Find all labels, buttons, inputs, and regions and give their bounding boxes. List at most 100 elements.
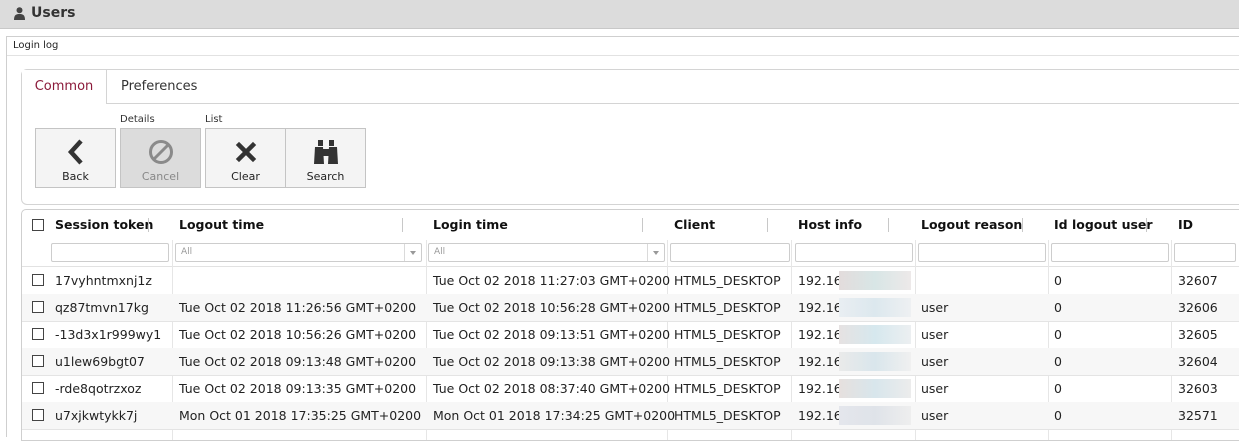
tab-preferences[interactable]: Preferences [121,70,197,103]
column-header-logout-reason[interactable]: Logout reason [921,210,1022,240]
cell-client: HTML5_DESKTOP [674,381,781,396]
panel-divider [7,55,1239,56]
redacted-host-blur [839,298,911,317]
cell-id-logout-user: 0 [1054,327,1062,342]
filter-id-input[interactable] [1174,243,1236,262]
redacted-host-blur [839,325,911,344]
column-divider [767,218,768,232]
column-header-client[interactable]: Client [674,210,715,240]
cell-session-token: u7xjkwtykk7j [55,408,138,423]
table-row[interactable]: u7xjkwtykk7j Mon Oct 01 2018 17:35:25 GMT… [22,402,1239,430]
filter-session-token-input[interactable] [51,243,169,262]
table-row[interactable]: -13d3x1r999wy1 Tue Oct 02 2018 10:56:26 G… [22,321,1239,349]
redacted-host-blur [839,271,911,290]
chevron-down-icon [647,244,664,261]
cell-logout-time: Tue Oct 02 2018 09:13:48 GMT+0200 [179,354,417,369]
column-divider [642,218,643,232]
filter-client-input[interactable] [670,243,790,262]
column-header-login-time[interactable]: Login time [433,210,508,240]
search-button[interactable]: Search [285,128,366,188]
cell-id: 32571 [1178,408,1218,423]
cell-id-logout-user: 0 [1054,300,1062,315]
back-button-label: Back [62,170,89,183]
cell-logout-reason: user [921,327,949,342]
cell-id: 32607 [1178,273,1218,288]
select-all-checkbox[interactable] [32,219,44,231]
cell-session-token: qz87tmvn17kg [55,300,149,315]
filter-id-logout-user-input[interactable] [1051,243,1169,262]
row-checkbox[interactable] [32,355,44,367]
cell-login-time: Tue Oct 02 2018 11:27:03 GMT+0200 [433,273,671,288]
user-icon [14,7,25,20]
app-title: Users [31,5,76,21]
tab-underline [106,103,1239,104]
column-divider [888,218,889,232]
cell-logout-reason: user [921,381,949,396]
cell-client: HTML5_DESKTOP [674,300,781,315]
cell-id: 32603 [1178,381,1218,396]
cell-login-time: Tue Oct 02 2018 10:56:28 GMT+0200 [433,300,671,315]
back-button[interactable]: Back [35,128,116,188]
cell-session-token: u1lew69bgt07 [55,354,145,369]
table-row[interactable]: 17vyhntmxnj1z Tue Oct 02 2018 11:27:03 GM… [22,267,1239,295]
column-divider [148,218,149,232]
cell-host-info: 192.168 [798,375,911,402]
row-checkbox[interactable] [32,382,44,394]
clear-button-label: Clear [231,170,260,183]
cell-id: 32604 [1178,354,1218,369]
binoculars-icon [313,140,338,164]
cell-host-info: 192.168 [798,321,911,348]
cell-host-info: 192.168 [798,348,911,375]
table-row[interactable]: qz87tmvn17kg Tue Oct 02 2018 11:26:56 GMT… [22,294,1239,322]
cell-client: HTML5_DESKTOP [674,327,781,342]
column-divider [1146,218,1147,232]
column-divider [1022,218,1023,232]
group-label-list: List [205,114,223,125]
row-checkbox[interactable] [32,409,44,421]
column-header-id[interactable]: ID [1178,210,1193,240]
cell-client: HTML5_DESKTOP [674,354,781,369]
cell-client: HTML5_DESKTOP [674,273,781,288]
cell-logout-time: Tue Oct 02 2018 10:56:26 GMT+0200 [179,327,417,342]
cell-session-token: -rde8qotrzxoz [55,381,142,396]
filter-host-info-input[interactable] [795,243,913,262]
cell-session-token: -13d3x1r999wy1 [55,327,162,342]
cell-client: HTML5_DESKTOP [674,408,781,423]
row-checkbox[interactable] [32,328,44,340]
filter-login-time-select[interactable]: All [428,243,665,262]
cancel-button[interactable]: Cancel [120,128,201,188]
cell-session-token: 17vyhntmxnj1z [55,273,152,288]
column-header-host-info[interactable]: Host info [798,210,862,240]
table-row[interactable]: -rde8qotrzxoz Tue Oct 02 2018 09:13:35 GM… [22,375,1239,403]
row-checkbox[interactable] [32,274,44,286]
cell-logout-time: Tue Oct 02 2018 11:26:56 GMT+0200 [179,300,417,315]
cell-id-logout-user: 0 [1054,354,1062,369]
cell-id-logout-user: 0 [1054,381,1062,396]
grid-header: Session token Logout time Login time Cli… [22,210,1239,240]
redacted-host-blur [839,379,911,398]
column-header-session-token[interactable]: Session token [55,210,153,240]
column-divider [402,218,403,232]
column-header-logout-time[interactable]: Logout time [179,210,264,240]
filter-login-time-value: All [434,247,446,257]
cell-logout-reason: user [921,354,949,369]
cancel-button-label: Cancel [141,170,180,183]
cell-logout-reason: user [921,408,949,423]
row-checkbox[interactable] [32,301,44,313]
column-header-id-logout-user[interactable]: Id logout user [1054,210,1153,240]
cell-id-logout-user: 0 [1054,273,1062,288]
app-title-bar: Users [0,0,1239,29]
cell-logout-time: Tue Oct 02 2018 09:13:35 GMT+0200 [179,381,417,396]
login-log-grid: Session token Logout time Login time Cli… [21,209,1239,441]
cell-host-info: 192.168 [798,294,911,321]
filter-row: All All [22,240,1239,267]
cell-login-time: Tue Oct 02 2018 09:13:51 GMT+0200 [433,327,671,342]
cell-id: 32606 [1178,300,1218,315]
clear-button[interactable]: Clear [205,128,286,188]
cell-login-time: Tue Oct 02 2018 09:13:38 GMT+0200 [433,354,671,369]
filter-logout-reason-input[interactable] [918,243,1046,262]
tab-common[interactable]: Common [22,70,107,103]
group-label-details: Details [120,114,155,125]
table-row[interactable]: u1lew69bgt07 Tue Oct 02 2018 09:13:48 GMT… [22,348,1239,376]
filter-logout-time-select[interactable]: All [175,243,422,262]
